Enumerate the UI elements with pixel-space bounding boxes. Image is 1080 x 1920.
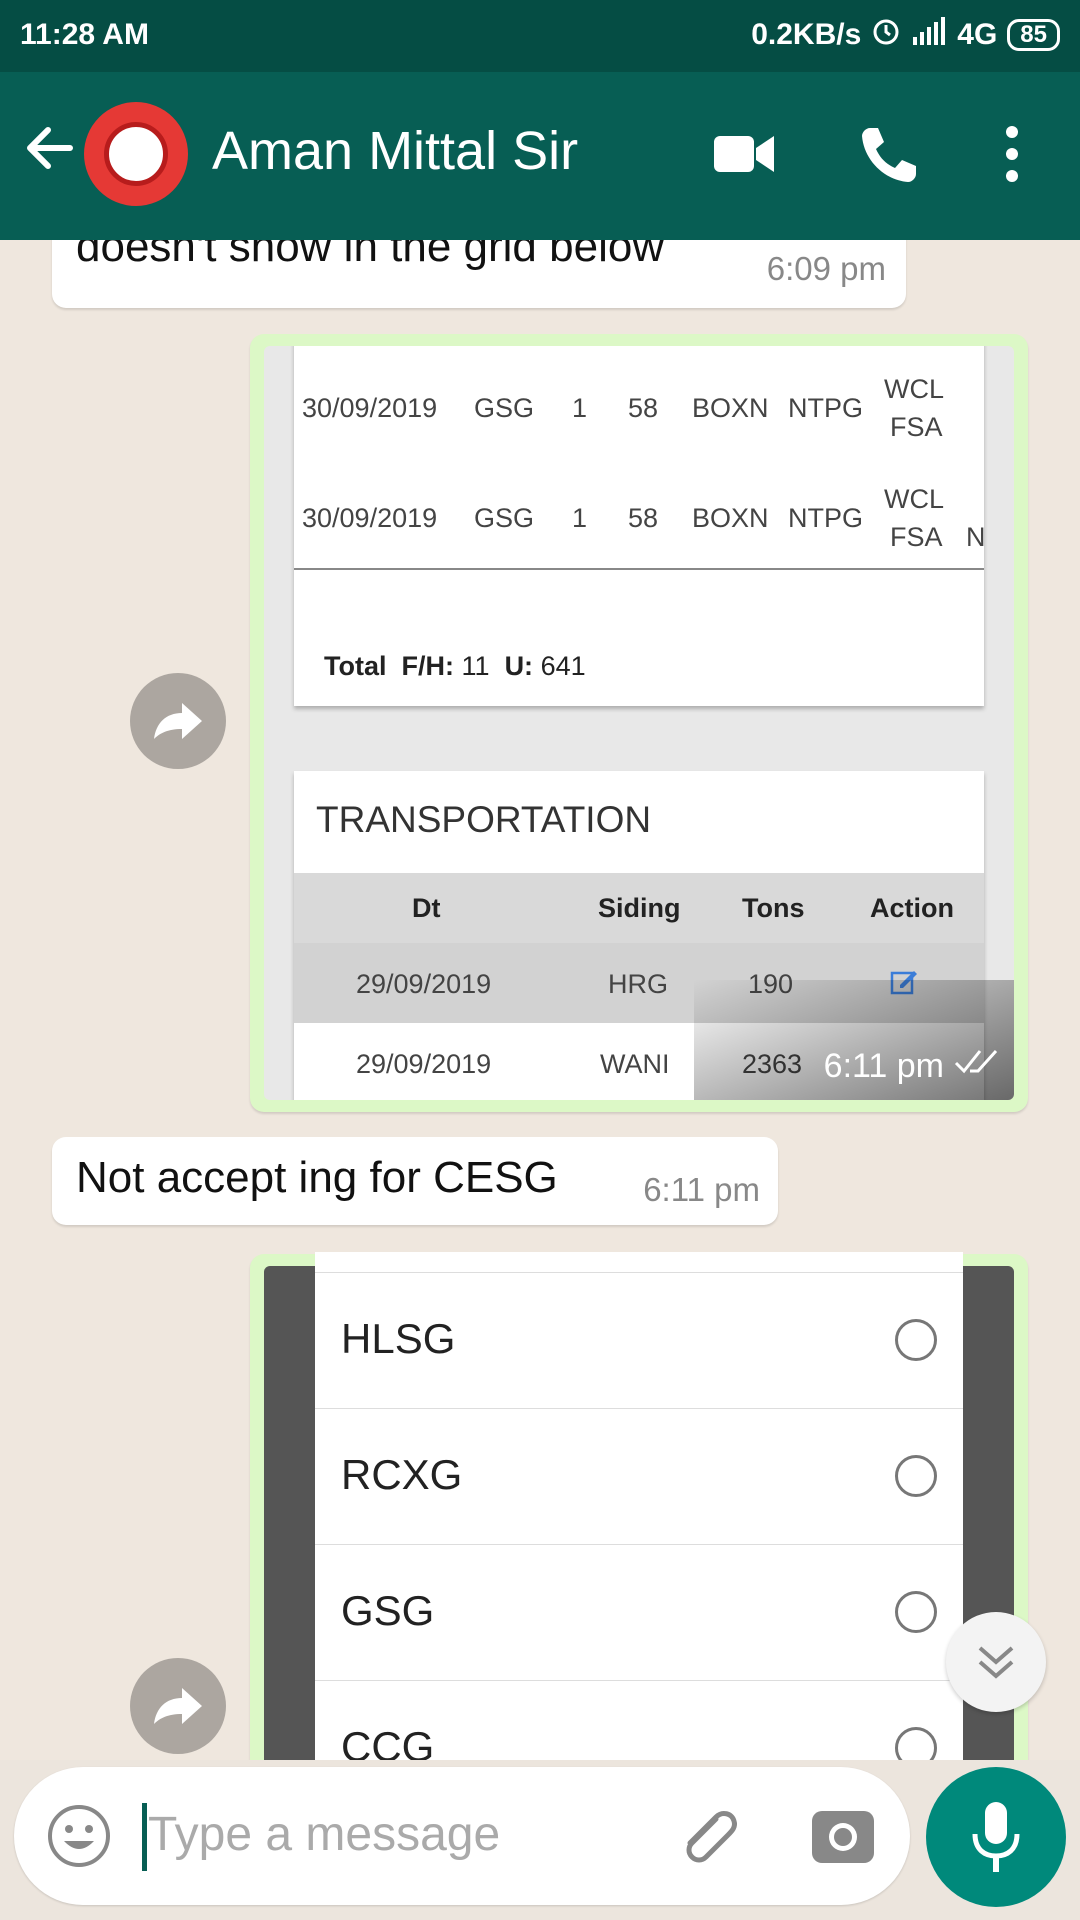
grid-divider <box>294 568 984 570</box>
grid-cell: GSG <box>474 503 535 533</box>
signal-icon <box>911 17 947 53</box>
grid-cell: 58 <box>628 503 659 533</box>
message-text: doesn't show in the grid below <box>76 240 665 271</box>
grid-cell: WCL <box>884 374 944 404</box>
grid-cell: BOXN <box>692 503 769 533</box>
option-label: HLSG <box>341 1315 456 1362</box>
section-title: TRANSPORTATION <box>316 799 652 840</box>
option-item[interactable]: CCG <box>315 1680 963 1760</box>
status-bar: 11:28 AM 0.2KB/s 4G 85 <box>0 0 1080 72</box>
grid-cell: FSA <box>890 412 943 442</box>
grid-cell: GSG <box>474 393 535 423</box>
read-receipt-icon <box>954 1047 1000 1082</box>
more-options-icon[interactable] <box>1000 124 1024 189</box>
forward-button[interactable] <box>130 673 226 769</box>
radio-button[interactable] <box>895 1319 937 1361</box>
grid-cell: N <box>966 522 986 552</box>
grid-cell: NTPG <box>788 393 864 423</box>
table-cell: 29/09/2019 <box>356 969 492 999</box>
grid-cell: 1 <box>572 503 588 533</box>
grid-cell: 30/09/2019 <box>302 503 438 533</box>
message-time: 6:11 pm <box>643 1171 760 1208</box>
message-time: 6:11 pm <box>823 1047 944 1085</box>
grid-cell: 30/09/2019 <box>302 393 438 423</box>
network-speed: 0.2KB/s <box>751 18 862 51</box>
message-composer[interactable]: Type a message <box>14 1767 910 1905</box>
grid-card: 30/09/2019 GSG 1 58 BOXN NTPG WCL FSA 30… <box>294 346 986 706</box>
grid-totals: Total F/H: 11 U: 641 <box>324 651 586 681</box>
grid-cell: 58 <box>628 393 659 423</box>
camera-icon[interactable] <box>810 1803 876 1870</box>
message-list[interactable]: doesn't show in the grid below 6:09 pm 3… <box>0 240 1080 1760</box>
dialog-top <box>315 1252 963 1272</box>
option-item[interactable]: GSG <box>315 1544 963 1680</box>
option-item[interactable]: RCXG <box>315 1408 963 1544</box>
grid-cell: 1 <box>572 393 588 423</box>
forward-button[interactable] <box>130 1658 226 1754</box>
voice-call-icon[interactable] <box>858 124 918 191</box>
contact-avatar[interactable] <box>84 102 188 206</box>
battery-indicator: 85 <box>1007 19 1060 51</box>
text-cursor <box>142 1803 147 1871</box>
table-cell: WANI <box>600 1049 670 1079</box>
grid-cell: BOXN <box>692 393 769 423</box>
message-bubble-incoming[interactable]: Not accept ing for CESG 6:11 pm <box>52 1137 778 1225</box>
contact-name[interactable]: Aman Mittal Sir <box>212 120 578 182</box>
voice-message-button[interactable] <box>926 1767 1066 1907</box>
column-header: Action <box>870 893 954 923</box>
option-label: CCG <box>341 1723 435 1760</box>
option-label: GSG <box>341 1587 435 1634</box>
chat-header: Aman Mittal Sir <box>0 72 1080 240</box>
emoji-icon[interactable] <box>46 1803 112 1874</box>
back-arrow-icon[interactable] <box>20 118 80 178</box>
status-indicators: 0.2KB/s 4G 85 <box>751 16 1060 54</box>
network-type: 4G <box>957 18 998 51</box>
message-bubble-incoming[interactable]: doesn't show in the grid below 6:09 pm <box>52 240 906 308</box>
video-call-icon[interactable] <box>712 124 776 189</box>
grid-cell: NTPG <box>788 503 864 533</box>
message-time: 6:09 pm <box>766 250 886 287</box>
radio-button[interactable] <box>895 1591 937 1633</box>
image-message-outgoing[interactable]: 30/09/2019 GSG 1 58 BOXN NTPG WCL FSA 30… <box>250 334 1028 1112</box>
table-header-row: Dt Siding Tons Action <box>294 873 984 943</box>
option-item[interactable]: HLSG <box>315 1272 963 1408</box>
radio-button[interactable] <box>895 1455 937 1497</box>
message-text: Not accept ing for CESG <box>76 1153 558 1202</box>
message-input[interactable]: Type a message <box>148 1807 500 1862</box>
radio-button[interactable] <box>895 1727 937 1760</box>
alarm-icon <box>871 16 901 54</box>
table-cell: 29/09/2019 <box>356 1049 492 1079</box>
option-label: RCXG <box>341 1451 463 1498</box>
attachment-icon[interactable] <box>676 1803 746 1874</box>
column-header: Siding <box>598 893 681 923</box>
column-header: Tons <box>742 893 805 923</box>
scroll-to-bottom-button[interactable] <box>946 1612 1046 1712</box>
grid-cell: WCL <box>884 484 944 514</box>
column-header: Dt <box>412 893 441 923</box>
table-cell: HRG <box>608 969 668 999</box>
screenshot-image[interactable]: 30/09/2019 GSG 1 58 BOXN NTPG WCL FSA 30… <box>264 346 1014 1100</box>
status-time: 11:28 AM <box>20 18 149 51</box>
grid-cell: FSA <box>890 522 943 552</box>
